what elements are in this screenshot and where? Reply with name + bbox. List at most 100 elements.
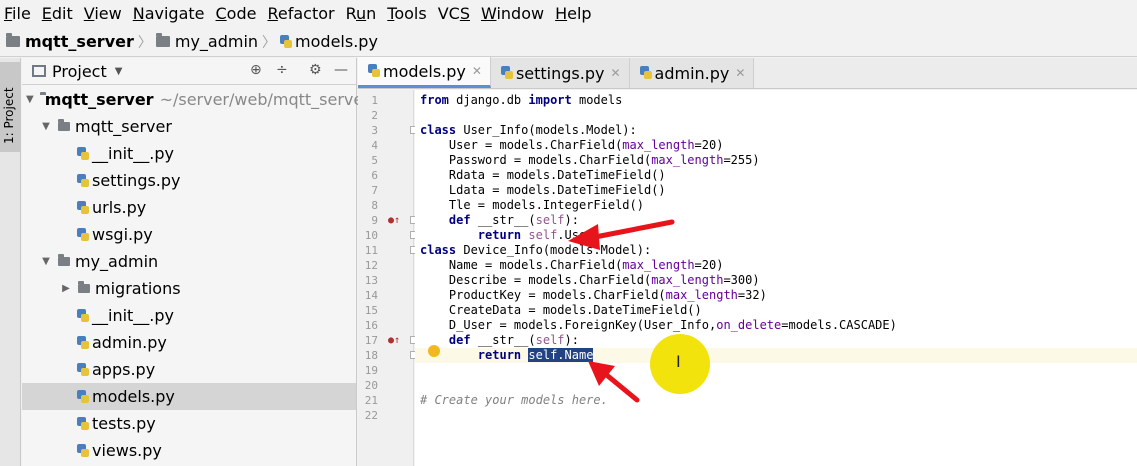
menu-item-view[interactable]: View [82,1,124,27]
tree-item-label: apps.py [92,360,156,379]
editor-tabs: models.py ✕ settings.py ✕ admin.py ✕ [358,57,1137,89]
tree-item-path: ~/server/web/mqtt_server [159,90,370,109]
code-line: ProductKey = models.CharField(max_length… [420,288,767,302]
code-line: # Create your models here. [420,393,608,407]
line-number: 6 [371,169,378,182]
breadcrumb-item[interactable]: mqtt_server [6,32,134,51]
breadcrumb-item[interactable]: models.py [280,32,378,51]
menu-item-mnemonic: W [480,3,497,23]
editor-gutter: 1 2 3 4 5 6 7 8 9 ●↑ 10 11 12 13 14 15 16 17 ●↑ 18 19 20 21 22 [358,90,418,466]
tree-item-label: migrations [95,279,181,298]
breadcrumb-item[interactable]: my_admin [155,32,258,51]
expand-arrow-icon[interactable]: ▼ [26,94,34,105]
menu-item-text: indow [496,3,545,23]
collapse-all-icon[interactable]: ÷ [276,62,288,78]
tab-label: models.py [383,61,466,81]
breadcrumb-separator-icon: 〉 [262,34,277,51]
tree-folder[interactable]: ▼ my_admin [22,248,356,275]
python-file-icon [77,362,89,377]
text-cursor-icon: I [676,352,681,371]
menu-item-text: ools [394,3,427,23]
menu-item-mnemonic: R [267,3,278,23]
chevron-down-icon[interactable]: ▼ [115,66,123,77]
python-file-icon [77,200,89,215]
close-icon[interactable]: ✕ [735,66,745,80]
menu-item-refactor[interactable]: Refactor [265,1,336,27]
line-number: 5 [371,154,378,167]
override-marker-icon[interactable]: ●↑ [388,213,400,228]
menu-item-text: dit [51,3,73,23]
line-number: 11 [364,244,378,257]
tree-file[interactable]: admin.py [22,329,356,356]
tree-file[interactable]: wsgi.py [22,221,356,248]
menu-item-vcs[interactable]: VCS [436,1,472,27]
breadcrumb: mqtt_server 〉 my_admin 〉 models.py [0,27,1137,57]
menu-item-navigate[interactable]: Navigate [131,1,207,27]
line-number: 18 [364,349,378,362]
tree-folder[interactable]: ▼ mqtt_server ~/server/web/mqtt_server [22,86,370,113]
tree-folder[interactable]: ▼ mqtt_server [22,113,356,140]
tree-file[interactable]: tests.py [22,410,356,437]
tree-file[interactable]: settings.py [22,167,356,194]
menu-item-mnemonic: H [555,3,568,23]
code-line: Password = models.CharField(max_length=2… [420,153,760,167]
tree-file[interactable]: urls.py [22,194,356,221]
folder-icon [6,33,20,47]
code-editor[interactable]: from django.db import models class User_I… [415,90,1137,466]
close-icon[interactable]: ✕ [472,64,482,78]
tree-file[interactable]: __init__.py [22,140,356,167]
code-line: from django.db import models [420,93,623,107]
code-line: def __str__(self): [448,213,579,227]
expand-arrow-icon[interactable]: ▼ [40,121,52,132]
menu-item-edit[interactable]: Edit [40,1,75,27]
menu-bar: File Edit View Navigate Code Refactor Run Tools… [0,0,1137,27]
project-panel-title[interactable]: Project [52,62,107,81]
code-line: Tle = models.IntegerField() [420,198,644,212]
lightbulb-icon[interactable] [428,345,440,357]
menu-item-window[interactable]: Window [479,1,546,27]
locate-icon[interactable]: ⊕ [250,62,262,78]
line-number: 15 [364,304,378,317]
tab-settings-py[interactable]: settings.py ✕ [490,58,630,88]
line-number: 9 [371,214,378,227]
code-line: Rdata = models.DateTimeField() [420,168,666,182]
tree-folder[interactable]: ▶ migrations [22,275,356,302]
expand-arrow-icon[interactable]: ▼ [40,256,52,267]
tree-file[interactable]: __init__.py [22,302,356,329]
menu-item-file[interactable]: File [2,1,33,27]
line-number: 13 [364,274,378,287]
menu-item-code[interactable]: Code [214,1,259,27]
line-number: 4 [371,139,378,152]
tab-label: admin.py [654,63,730,83]
tree-item-label: urls.py [92,198,147,217]
menu-item-run[interactable]: Run [344,1,379,27]
tree-item-label: mqtt_server [44,90,154,109]
line-number: 1 [371,94,378,107]
menu-item-mnemonic: u [356,3,367,23]
hide-panel-icon[interactable]: — [334,62,348,78]
menu-item-mnemonic: S [459,3,470,23]
folder-icon [155,33,170,47]
gear-icon[interactable]: ⚙ [309,62,322,78]
menu-item-tools[interactable]: Tools [385,1,428,27]
tree-file[interactable]: views.py [22,437,356,464]
close-icon[interactable]: ✕ [610,66,620,80]
tree-item-label: tests.py [92,414,156,433]
tree-item-label: __init__.py [92,144,175,163]
tree-file[interactable]: apps.py [22,356,356,383]
override-marker-icon[interactable]: ●↑ [388,333,400,348]
tree-item-label: settings.py [92,171,181,190]
tree-file[interactable]: models.py [22,383,356,410]
tab-models-py[interactable]: models.py ✕ [358,57,491,88]
collapse-arrow-icon[interactable]: ▶ [60,283,72,294]
menu-item-help[interactable]: Help [553,1,593,27]
folder-icon [58,119,70,131]
code-line: def __str__(self): [448,333,579,347]
folder-icon [78,281,90,293]
tab-admin-py[interactable]: admin.py ✕ [629,58,755,88]
python-file-icon [77,335,89,350]
tree-item-label: wsgi.py [92,225,153,244]
code-line: CreateData = models.DateTimeField() [420,303,702,317]
tree-item-label: my_admin [75,252,159,271]
tree-item-label: models.py [92,387,175,406]
